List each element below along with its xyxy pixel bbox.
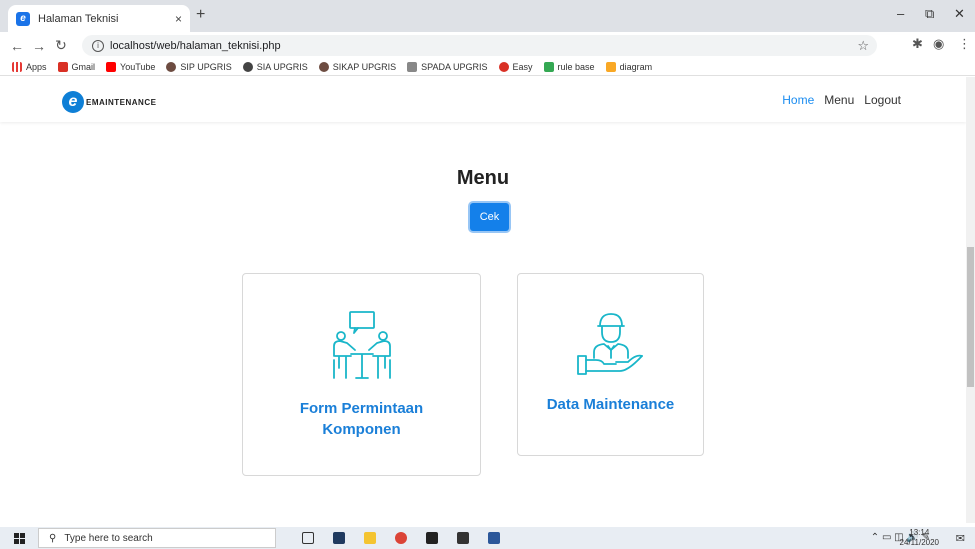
nav-link-logout[interactable]: Logout [864,93,901,107]
building-icon [407,62,418,72]
tab-title: Halaman Teknisi [38,12,119,25]
mail-icon[interactable] [457,532,469,544]
nav-link-home[interactable]: Home [782,93,814,107]
card-label: Data Maintenance [546,396,675,413]
apps-icon [12,62,22,72]
url-text: localhost/web/halaman_teknisi.php [110,39,281,52]
profile-icon[interactable]: ◉ [933,36,944,52]
shield-icon [166,62,177,72]
app-icon[interactable] [333,532,345,544]
minimize-icon[interactable]: – [897,6,904,21]
bookmark-item[interactable]: SIA UPGRIS [242,62,308,72]
word-icon[interactable] [488,532,500,544]
task-view-icon[interactable] [302,532,314,544]
reload-icon[interactable]: ↻ [50,37,72,54]
bookmark-item[interactable]: Gmail [57,62,95,72]
bookmark-item[interactable]: Apps [12,62,47,72]
file-explorer-icon[interactable] [364,532,376,544]
youtube-icon [106,62,117,72]
window-close-icon[interactable]: ✕ [954,6,965,22]
tab-close-icon[interactable]: × [175,12,182,26]
browser-tab[interactable]: e Halaman Teknisi × [8,5,190,32]
bookmark-item[interactable]: SPADA UPGRIS [407,62,488,72]
chrome-icon[interactable] [395,532,407,544]
new-tab-button[interactable]: + [196,6,205,24]
store-icon[interactable] [426,532,438,544]
bookmark-item[interactable]: rule base [543,62,595,72]
easy-icon [498,62,509,72]
site-logo[interactable]: e EMAINTENANCE [62,91,156,113]
nav-link-menu[interactable]: Menu [824,93,854,107]
shield-icon [318,62,329,72]
nav-links: Home Menu Logout [782,93,901,107]
card-data-maintenance[interactable]: Data Maintenance [517,273,704,456]
url-input[interactable]: i localhost/web/halaman_teknisi.php ☆ [82,35,877,56]
site-info-icon[interactable]: i [92,39,104,52]
favicon-icon: e [16,11,30,26]
browser-tabstrip: e Halaman Teknisi × + – ⧉ ✕ [0,0,975,32]
bookmarks-bar: Apps Gmail YouTube SIP UPGRIS SIA UPGRIS… [0,59,975,76]
bookmark-star-icon[interactable]: ☆ [857,38,869,54]
address-bar: ← → ↻ i localhost/web/halaman_teknisi.ph… [0,32,975,59]
cek-button[interactable]: Cek [470,203,509,231]
page-scrollbar[interactable] [966,77,975,523]
technician-icon [576,313,643,375]
bookmark-item[interactable]: YouTube [106,62,155,72]
bookmark-item[interactable]: Easy [498,62,533,72]
diagram-icon [605,62,616,72]
clock-time: 13:14 [909,528,930,537]
clock-date: 24/11/2020 [899,538,939,547]
chrome-menu-icon[interactable]: ⋮ [958,36,971,52]
site-navbar: e EMAINTENANCE Home Menu Logout [0,77,966,122]
rule-base-icon [543,62,554,72]
taskbar-search-input[interactable]: ⚲ Type here to search [38,528,276,548]
notification-icon[interactable]: ✉ [956,532,965,545]
gmail-icon [57,62,68,72]
bookmark-item[interactable]: SIP UPGRIS [166,62,232,72]
back-icon[interactable]: ← [6,38,28,54]
search-placeholder: Type here to search [64,532,153,544]
card-form-permintaan-komponen[interactable]: Form Permintaan Komponen [242,273,481,476]
forward-icon[interactable]: → [28,38,50,54]
scrollbar-thumb[interactable] [967,247,974,387]
globe-icon [242,62,253,72]
extensions-icon[interactable]: ✱ [912,36,923,52]
page-title: Menu [456,167,510,189]
restore-icon[interactable]: ⧉ [925,6,934,22]
logo-text: EMAINTENANCE [86,97,157,107]
taskbar-clock[interactable]: 13:14 24/11/2020 [900,528,939,548]
card-label: Form Permintaan Komponen [299,400,424,438]
web-page: e EMAINTENANCE Home Menu Logout Menu Cek… [0,77,966,523]
windows-taskbar: ⚲ Type here to search ⌃ ▭ ◫ 🔊 ✎ 13:14 24… [0,527,975,549]
windows-start-icon[interactable] [14,533,25,544]
meeting-icon [332,311,391,379]
search-icon: ⚲ [49,532,57,544]
bookmark-item[interactable]: diagram [605,62,652,72]
logo-icon: e [62,91,84,113]
bookmark-item[interactable]: SIKAP UPGRIS [318,62,396,72]
